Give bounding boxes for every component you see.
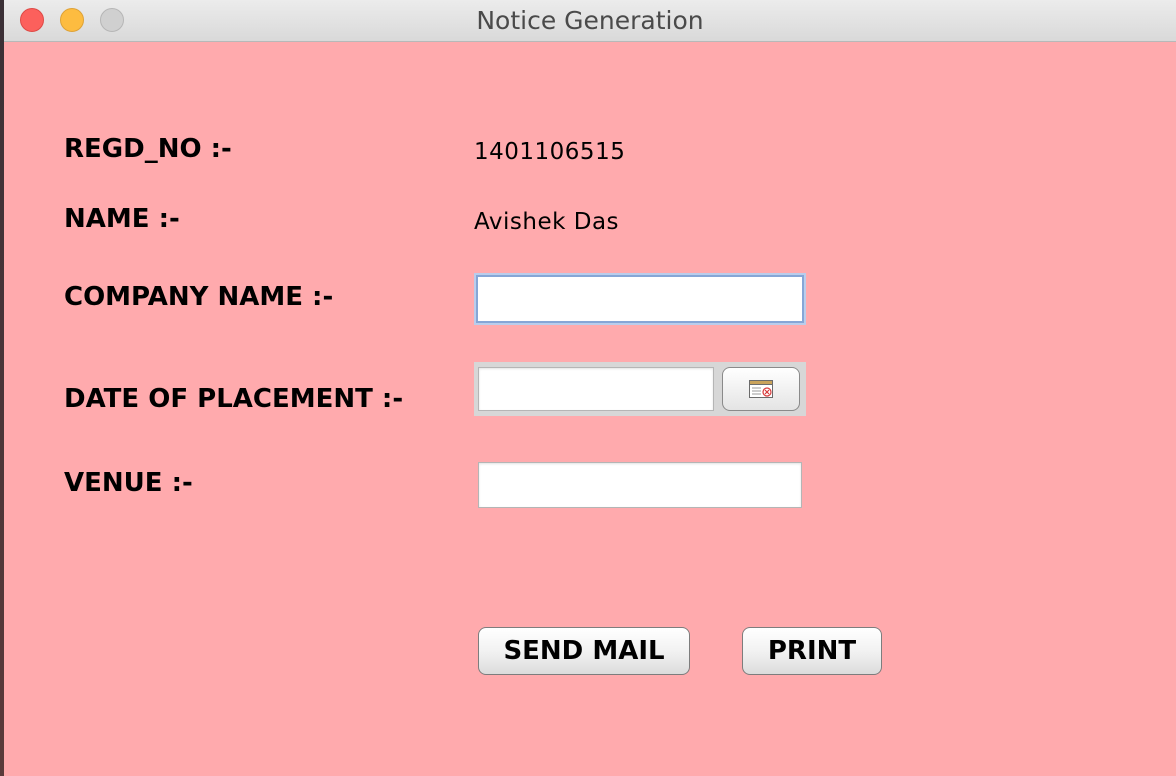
title-bar[interactable]: Notice Generation (4, 0, 1176, 42)
venue-label: VENUE :- (64, 468, 193, 498)
calendar-icon (749, 380, 773, 398)
window-title: Notice Generation (476, 6, 704, 35)
date-of-placement-label: DATE OF PLACEMENT :- (64, 384, 404, 414)
date-picker-button[interactable] (722, 367, 800, 411)
venue-field[interactable] (478, 462, 802, 508)
company-name-field[interactable] (476, 275, 804, 323)
name-label: NAME :- (64, 204, 180, 234)
company-name-label: COMPANY NAME :- (64, 282, 334, 312)
name-value: Avishek Das (474, 209, 620, 235)
date-of-placement-field[interactable] (478, 367, 714, 411)
date-picker (474, 362, 806, 416)
send-mail-button[interactable]: SEND MAIL (478, 627, 690, 675)
notice-generation-window: Notice Generation REGD_NO :- 1401106515 … (4, 0, 1176, 776)
regd-no-label: REGD_NO :- (64, 134, 232, 164)
regd-no-value: 1401106515 (474, 139, 626, 165)
print-button[interactable]: PRINT (742, 627, 882, 675)
